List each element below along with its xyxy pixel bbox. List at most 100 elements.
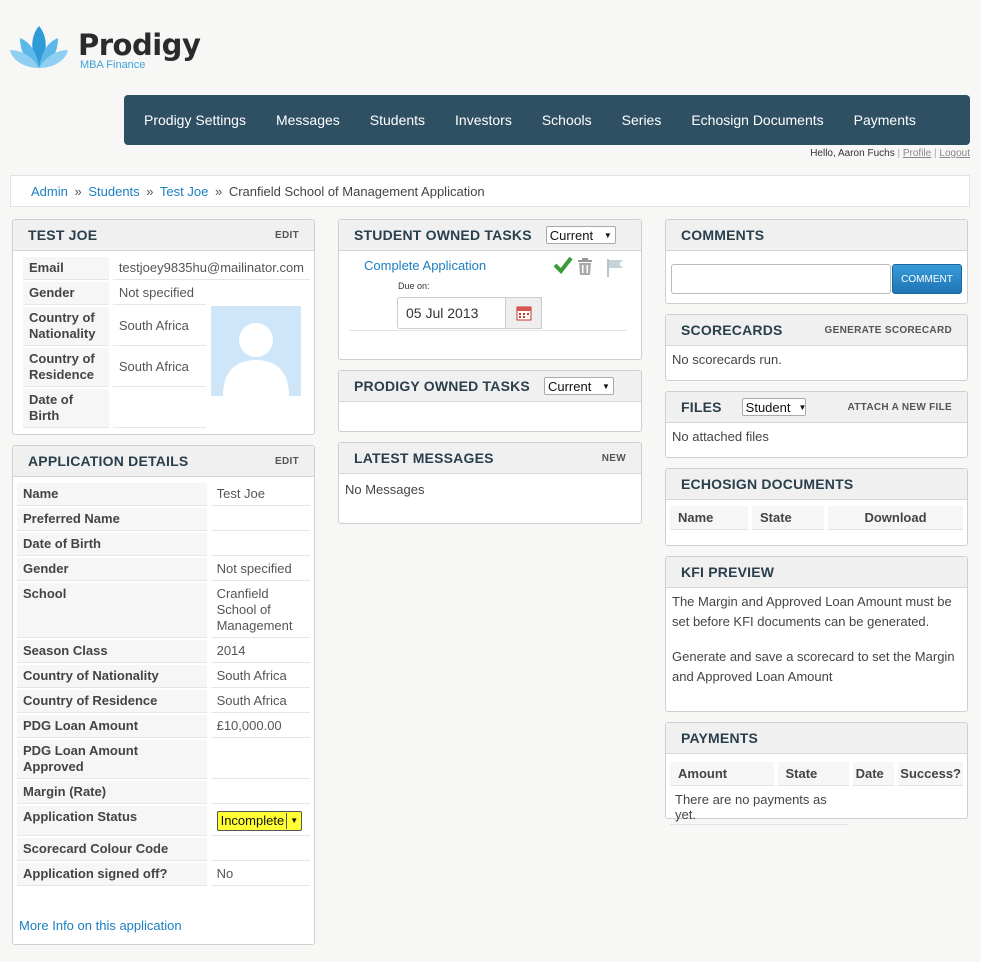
nav-prodigy-settings[interactable]: Prodigy Settings (134, 112, 256, 128)
app-label: Date of Birth (17, 533, 207, 556)
payments-panel: PAYMENTS Amount State Date Success? Ther… (665, 722, 968, 825)
prodigy-tasks-panel: PRODIGY OWNED TASKS Current ▼ (338, 370, 642, 432)
user-greeting: Hello, Aaron Fuchs (810, 148, 895, 159)
check-icon[interactable] (553, 256, 573, 277)
student-tasks-filter[interactable]: Current ▼ (545, 226, 616, 244)
student-tasks-panel: STUDENT OWNED TASKS Current ▼ Complete Ap… (338, 219, 642, 360)
chevron-down-icon: ▼ (602, 381, 610, 391)
profile-link[interactable]: Profile (903, 148, 931, 159)
breadcrumb-separator: » (146, 184, 154, 199)
app-label: PDG Loan Amount (17, 715, 207, 738)
edit-application-button[interactable]: EDIT (275, 456, 299, 467)
logo-name: Prodigy (78, 28, 201, 62)
app-label: Preferred Name (17, 508, 207, 531)
breadcrumb-test-joe[interactable]: Test Joe (160, 184, 208, 199)
nav-investors[interactable]: Investors (445, 112, 522, 128)
flag-icon[interactable] (605, 258, 625, 281)
payments-title: PAYMENTS (681, 730, 759, 746)
files-filter[interactable]: Student ▼ (741, 398, 807, 416)
residence-value: South Africa (112, 348, 207, 387)
app-value (210, 781, 310, 804)
user-bar: Hello, Aaron Fuchs | Profile | Logout (810, 148, 970, 159)
dropdown-arrow-icon: ▼ (286, 813, 298, 829)
prodigy-tasks-title: PRODIGY OWNED TASKS (354, 378, 530, 394)
app-value: 2014 (210, 640, 310, 663)
student-tasks-title: STUDENT OWNED TASKS (354, 227, 532, 243)
payments-empty: There are no payments as yet. (670, 790, 849, 825)
app-value (210, 740, 310, 779)
nav-students[interactable]: Students (360, 112, 435, 128)
new-message-button[interactable]: NEW (602, 453, 626, 464)
application-status-select[interactable]: Incomplete ▼ (216, 811, 303, 831)
echosign-panel: ECHOSIGN DOCUMENTS Name State Download (665, 468, 968, 546)
filter-value: Student (745, 399, 791, 415)
echosign-title: ECHOSIGN DOCUMENTS (681, 476, 854, 492)
prodigy-tasks-filter[interactable]: Current ▼ (543, 377, 614, 395)
app-label: Season Class (17, 640, 207, 663)
chevron-down-icon: ▼ (798, 402, 807, 412)
nav-echosign-documents[interactable]: Echosign Documents (681, 112, 833, 128)
breadcrumb-separator: » (214, 184, 223, 199)
app-value: South Africa (210, 665, 310, 688)
comments-title: COMMENTS (681, 227, 765, 243)
messages-empty: No Messages (345, 482, 425, 497)
nationality-label: Country of Nationality (23, 307, 109, 346)
app-value: Test Joe (210, 483, 310, 506)
comment-button[interactable]: COMMENT (892, 264, 962, 294)
due-label: Due on: (398, 281, 430, 291)
nav-messages[interactable]: Messages (266, 112, 350, 128)
attach-file-button[interactable]: ATTACH A NEW FILE (847, 402, 952, 413)
app-label: Name (17, 483, 207, 506)
scorecards-empty: No scorecards run. (672, 352, 782, 367)
column-header: Amount (670, 762, 774, 786)
app-label: Margin (Rate) (17, 781, 207, 804)
generate-scorecard-button[interactable]: GENERATE SCORECARD (825, 325, 952, 336)
app-label: Application signed off? (17, 863, 207, 886)
breadcrumb-students[interactable]: Students (88, 184, 139, 199)
comment-input[interactable] (671, 264, 891, 294)
kfi-message: Generate and save a scorecard to set the… (672, 649, 955, 684)
app-label: Application Status (17, 806, 207, 836)
main-nav: Prodigy Settings Messages Students Inves… (124, 95, 970, 145)
calendar-icon (516, 306, 531, 321)
nav-payments[interactable]: Payments (844, 112, 926, 128)
chevron-down-icon: ▼ (603, 230, 612, 240)
app-value (210, 508, 310, 531)
scorecards-panel: SCORECARDS GENERATE SCORECARD No scoreca… (665, 314, 968, 381)
app-label: Country of Residence (17, 690, 207, 713)
column-header: State (777, 762, 849, 786)
lotus-logo-icon (10, 26, 68, 68)
user-silhouette-icon (223, 323, 289, 396)
breadcrumb-separator: » (74, 184, 82, 199)
logo[interactable]: Prodigy MBA Finance (10, 24, 201, 71)
column-header: Name (670, 506, 748, 530)
task-complete-application[interactable]: Complete Application (364, 258, 486, 273)
trash-icon[interactable] (577, 258, 593, 279)
app-label: Scorecard Colour Code (17, 838, 207, 861)
comments-panel: COMMENTS COMMENT (665, 219, 968, 304)
breadcrumb: Admin » Students » Test Joe » Cranfield … (10, 175, 970, 207)
dob-value (112, 389, 207, 428)
breadcrumb-admin[interactable]: Admin (31, 184, 68, 199)
filter-value: Current (549, 227, 594, 243)
nav-series[interactable]: Series (612, 112, 672, 128)
separator: | (934, 148, 937, 159)
nationality-value: South Africa (112, 307, 207, 346)
app-label: PDG Loan Amount Approved (17, 740, 207, 779)
more-info-link[interactable]: More Info on this application (19, 918, 182, 933)
app-value: No (210, 863, 310, 886)
nav-schools[interactable]: Schools (532, 112, 602, 128)
gender-value: Not specified (112, 282, 207, 305)
edit-student-button[interactable]: EDIT (275, 230, 299, 241)
app-value: Incomplete ▼ (210, 806, 310, 836)
application-details-title: APPLICATION DETAILS (28, 453, 189, 469)
app-value: £10,000.00 (210, 715, 310, 738)
latest-messages-panel: LATEST MESSAGES NEW No Messages (338, 442, 642, 524)
calendar-button[interactable] (505, 297, 542, 329)
logout-link[interactable]: Logout (939, 148, 970, 159)
app-label: School (17, 583, 207, 638)
files-empty: No attached files (672, 429, 769, 444)
application-details-table: Name Test Joe Preferred Name Date of Birt… (13, 481, 314, 888)
dob-label: Date of Birth (23, 389, 109, 428)
app-value (210, 533, 310, 556)
